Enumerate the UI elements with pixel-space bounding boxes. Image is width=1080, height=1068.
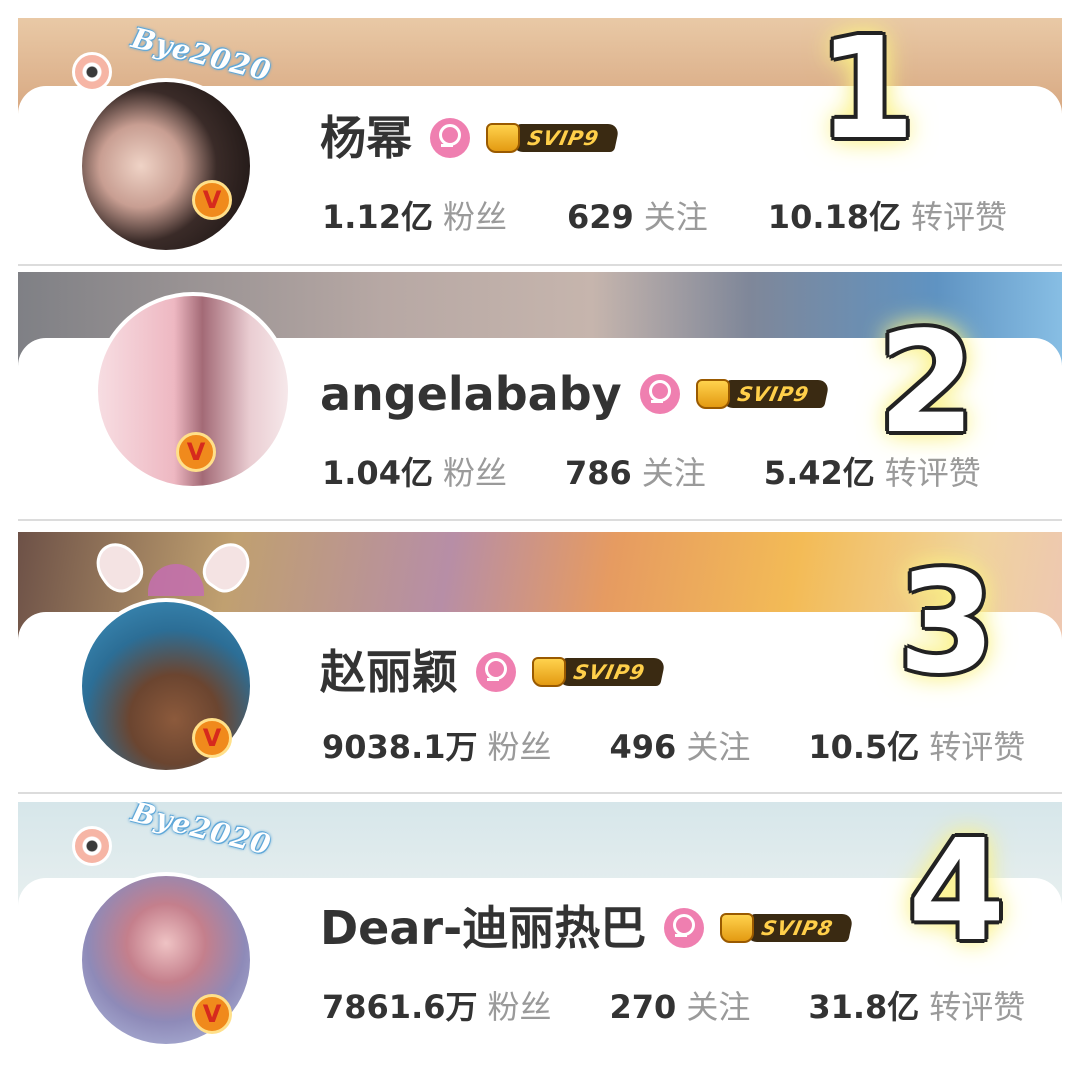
rank-number: 1 (818, 18, 916, 171)
user-name[interactable]: 杨幂 (320, 110, 412, 166)
crown-icon (486, 123, 520, 153)
profile-card[interactable]: Bye2020 V 杨幂 SVIP9 1.12亿 粉丝 629 关注 10.18… (18, 18, 1062, 264)
interactions-count: 5.42亿 (763, 454, 875, 492)
fans-count: 1.04亿 (322, 454, 433, 492)
flower-icon (72, 826, 112, 866)
stats-row: 9038.1万 粉丝 496 关注 10.5亿 转评赞 (322, 722, 1025, 768)
svip-badge[interactable]: SVIP8 (720, 911, 855, 945)
fans-label: 粉丝 (487, 728, 552, 766)
svip-badge[interactable]: SVIP9 (486, 121, 620, 155)
interactions-count: 31.8亿 (808, 988, 920, 1026)
female-gender-icon (639, 374, 680, 414)
rank-number: 2 (878, 302, 976, 465)
following-count: 629 (566, 198, 634, 236)
svip-badge[interactable]: SVIP9 (695, 377, 830, 411)
rank-number: 4 (908, 810, 1006, 973)
female-gender-icon (664, 908, 705, 948)
svip-badge[interactable]: SVIP9 (532, 655, 666, 689)
crown-icon (695, 379, 730, 409)
svip-level: SVIP8 (745, 914, 855, 942)
name-row: Dear-迪丽热巴 SVIP8 (320, 900, 855, 956)
following-label: 关注 (686, 728, 751, 766)
fans-stat[interactable]: 1.12亿 粉丝 (322, 192, 507, 238)
fans-count: 7861.6万 (322, 988, 478, 1026)
following-label: 关注 (641, 454, 706, 492)
divider (18, 519, 1062, 521)
rank-number: 3 (898, 542, 996, 705)
interactions-stat[interactable]: 31.8亿 转评赞 (808, 982, 1025, 1028)
fans-label: 粉丝 (442, 198, 507, 236)
following-count: 786 (564, 454, 632, 492)
following-label: 关注 (643, 198, 708, 236)
interactions-label: 转评赞 (911, 198, 1008, 236)
fans-stat[interactable]: 9038.1万 粉丝 (322, 722, 552, 768)
divider (18, 792, 1062, 794)
verified-icon: V (192, 180, 232, 220)
avatar-container[interactable]: Bye2020 (58, 21, 278, 254)
interactions-label: 转评赞 (929, 988, 1026, 1026)
ear-icon (87, 534, 151, 600)
verified-icon: V (192, 718, 232, 758)
interactions-count: 10.18亿 (767, 198, 902, 236)
female-gender-icon (476, 652, 516, 692)
fans-count: 9038.1万 (322, 728, 478, 766)
name-row: 杨幂 SVIP9 (320, 110, 620, 166)
flower-icon (72, 52, 112, 92)
bunny-ears-icon (87, 534, 259, 602)
avatar[interactable] (78, 78, 254, 254)
interactions-label: 转评赞 (929, 728, 1026, 766)
verified-icon: V (176, 432, 216, 472)
name-row: 赵丽颖 SVIP9 (320, 644, 666, 700)
svip-level: SVIP9 (557, 658, 666, 686)
female-gender-icon (430, 118, 470, 158)
fans-stat[interactable]: 1.04亿 粉丝 (322, 448, 507, 494)
interactions-count: 10.5亿 (808, 728, 920, 766)
ear-icon (195, 534, 259, 600)
svip-level: SVIP9 (720, 380, 830, 408)
crown-icon (532, 657, 566, 687)
stats-row: 1.12亿 粉丝 629 关注 10.18亿 转评赞 (322, 192, 1007, 238)
balloon-icon (148, 564, 204, 596)
user-name[interactable]: 赵丽颖 (320, 644, 458, 700)
name-row: angelababy SVIP9 (320, 366, 830, 422)
following-stat[interactable]: 629 关注 (567, 192, 708, 238)
fans-count: 1.12亿 (322, 198, 433, 236)
stats-row: 7861.6万 粉丝 270 关注 31.8亿 转评赞 (322, 982, 1025, 1028)
verified-icon: V (192, 994, 232, 1034)
interactions-stat[interactable]: 10.5亿 转评赞 (808, 722, 1025, 768)
following-stat[interactable]: 786 关注 (565, 448, 706, 494)
fans-label: 粉丝 (442, 454, 507, 492)
svip-level: SVIP9 (511, 124, 620, 152)
interactions-stat[interactable]: 10.18亿 转评赞 (768, 192, 1007, 238)
fans-stat[interactable]: 7861.6万 粉丝 (322, 982, 552, 1028)
following-count: 270 (609, 988, 677, 1026)
user-name[interactable]: Dear-迪丽热巴 (320, 900, 646, 956)
fans-label: 粉丝 (487, 988, 552, 1026)
following-label: 关注 (686, 988, 751, 1026)
following-stat[interactable]: 270 关注 (610, 982, 751, 1028)
crown-icon (720, 913, 755, 943)
profile-card[interactable]: Bye2020 V Dear-迪丽热巴 SVIP8 7861.6万 粉丝 270… (18, 802, 1062, 1052)
avatar-container[interactable] (58, 534, 278, 774)
divider (18, 264, 1062, 266)
avatar-container[interactable]: Bye2020 (58, 802, 278, 1048)
profile-card[interactable]: V angelababy SVIP9 1.04亿 粉丝 786 关注 5.42亿… (18, 272, 1062, 519)
user-name[interactable]: angelababy (320, 366, 622, 422)
profile-card[interactable]: V 赵丽颖 SVIP9 9038.1万 粉丝 496 关注 10.5亿 转评赞 … (18, 532, 1062, 792)
following-stat[interactable]: 496 关注 (610, 722, 751, 768)
following-count: 496 (609, 728, 677, 766)
